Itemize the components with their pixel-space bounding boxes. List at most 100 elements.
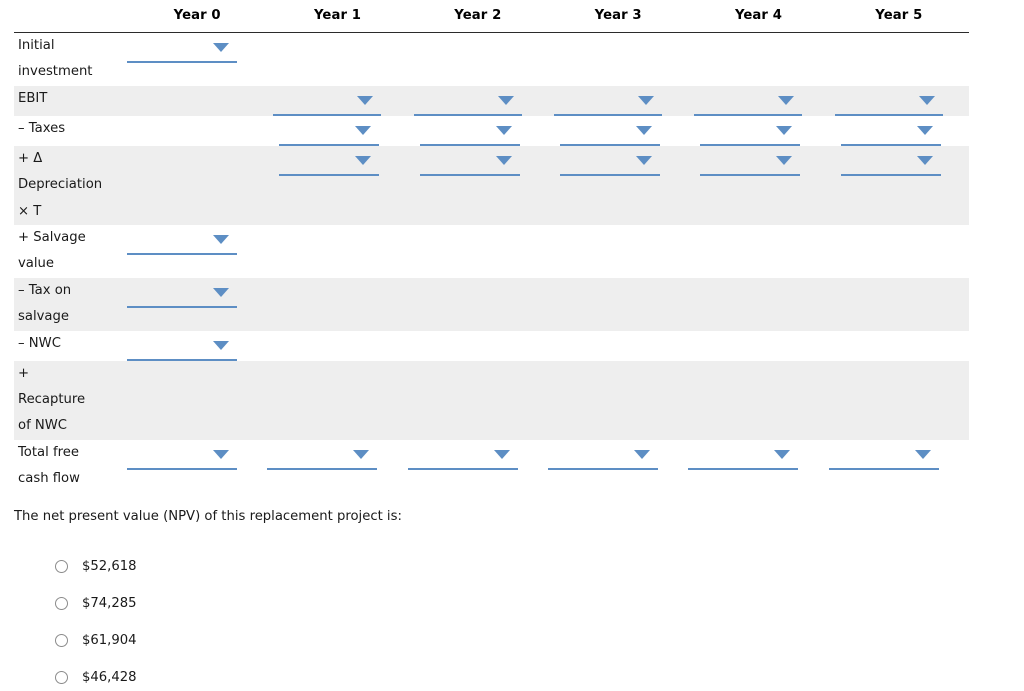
- table-cell-year-5: [828, 145, 969, 226]
- chevron-down-icon: [493, 449, 510, 459]
- table-cell-year-3: [548, 360, 689, 440]
- table-cell-year-1: [267, 32, 408, 86]
- table-cell-year-3: [548, 85, 689, 116]
- column-header-year-1: Year 1: [267, 8, 408, 33]
- chevron-down-icon: [636, 155, 652, 165]
- table-cell-year-2: [407, 115, 548, 146]
- dropdown-row-1-year-2[interactable]: [413, 90, 522, 116]
- row-label-header: [14, 8, 128, 33]
- dropdown-row-4-year-0[interactable]: [127, 229, 238, 256]
- dropdown-row-1-year-1[interactable]: [273, 90, 382, 116]
- dropdown-row-1-year-4[interactable]: [694, 90, 803, 116]
- radio-button-icon[interactable]: [55, 634, 68, 647]
- table-cell-year-5: [828, 330, 969, 361]
- table-row: + Salvage value: [14, 225, 969, 278]
- table-cell-year-2: [407, 145, 548, 226]
- table-cell-year-0: [127, 32, 268, 86]
- answer-option-1[interactable]: $74,285: [55, 585, 555, 622]
- chevron-down-icon: [778, 95, 795, 105]
- row-label-cell: – Taxes: [14, 115, 128, 146]
- row-label-cell: Total free cash flow: [14, 439, 128, 493]
- row-label-cell: + Salvage value: [14, 225, 128, 278]
- header-row: Year 0 Year 1 Year 2 Year 3 Year 4 Year …: [14, 8, 969, 33]
- row-label-cell: – NWC: [14, 330, 128, 361]
- table-cell-year-4: [688, 439, 829, 493]
- dropdown-row-3-year-1[interactable]: [279, 150, 380, 176]
- row-label-cell: + Recapture of NWC: [14, 360, 128, 440]
- table-cell-year-2: [407, 330, 548, 361]
- dropdown-row-0-year-0[interactable]: [127, 37, 238, 63]
- answer-option-label: $52,618: [82, 558, 137, 574]
- table-cell-year-2: [407, 439, 548, 493]
- table-cell-year-4: [688, 225, 829, 278]
- table-cell-year-0: [127, 145, 268, 226]
- row-label-cell: EBIT: [14, 85, 128, 116]
- dropdown-row-1-year-5[interactable]: [834, 90, 943, 116]
- cash-flow-table: Year 0 Year 1 Year 2 Year 3 Year 4 Year …: [14, 8, 969, 493]
- chevron-down-icon: [774, 449, 791, 459]
- chevron-down-icon: [914, 449, 931, 459]
- dropdown-row-2-year-2[interactable]: [419, 120, 520, 146]
- table-cell-year-2: [407, 225, 548, 278]
- table-row: + Δ Depreciation × T: [14, 145, 969, 226]
- table-row: – NWC: [14, 330, 969, 361]
- table-cell-year-1: [267, 115, 408, 146]
- answer-option-3[interactable]: $46,428: [55, 659, 555, 691]
- dropdown-row-3-year-4[interactable]: [700, 150, 801, 176]
- dropdown-row-3-year-3[interactable]: [560, 150, 660, 176]
- radio-button-icon[interactable]: [55, 671, 68, 684]
- column-header-year-0: Year 0: [127, 8, 268, 33]
- row-label: EBIT: [18, 90, 48, 106]
- radio-button-icon[interactable]: [55, 560, 68, 573]
- table-cell-year-0: [127, 115, 268, 146]
- table-cell-year-2: [407, 277, 548, 331]
- column-header-year-5: Year 5: [828, 8, 969, 33]
- table-cell-year-4: [688, 145, 829, 226]
- chevron-down-icon: [916, 155, 933, 165]
- chevron-down-icon: [495, 125, 512, 135]
- dropdown-row-8-year-5[interactable]: [828, 444, 939, 470]
- dropdown-row-3-year-2[interactable]: [419, 150, 520, 176]
- table-header: Year 0 Year 1 Year 2 Year 3 Year 4 Year …: [14, 8, 969, 33]
- table-cell-year-4: [688, 115, 829, 146]
- dropdown-row-8-year-4[interactable]: [688, 444, 799, 470]
- dropdown-row-8-year-1[interactable]: [267, 444, 378, 470]
- dropdown-row-2-year-1[interactable]: [279, 120, 380, 146]
- table-cell-year-3: [548, 32, 689, 86]
- table-row: EBIT: [14, 85, 969, 116]
- table-cell-year-3: [548, 330, 689, 361]
- dropdown-row-3-year-5[interactable]: [840, 150, 941, 176]
- answer-option-label: $74,285: [82, 595, 137, 611]
- table-cell-year-3: [548, 225, 689, 278]
- row-label: + Δ Depreciation × T: [18, 150, 103, 219]
- dropdown-row-2-year-4[interactable]: [700, 120, 801, 146]
- dropdown-row-8-year-0[interactable]: [127, 444, 238, 470]
- dropdown-row-1-year-3[interactable]: [554, 90, 662, 116]
- table-cell-year-2: [407, 32, 548, 86]
- dropdown-row-5-year-0[interactable]: [127, 282, 238, 308]
- dropdown-row-8-year-3[interactable]: [548, 444, 658, 470]
- table-cell-year-1: [267, 277, 408, 331]
- table-cell-year-2: [407, 85, 548, 116]
- answer-option-2[interactable]: $61,904: [55, 622, 555, 659]
- table-cell-year-4: [688, 277, 829, 331]
- column-header-year-4: Year 4: [688, 8, 829, 33]
- dropdown-row-2-year-5[interactable]: [840, 120, 941, 146]
- dropdown-row-2-year-3[interactable]: [560, 120, 660, 146]
- radio-button-icon[interactable]: [55, 597, 68, 610]
- row-label: + Salvage value: [18, 230, 86, 272]
- table-cell-year-1: [267, 439, 408, 493]
- row-label: – NWC: [18, 335, 61, 351]
- table-cell-year-5: [828, 225, 969, 278]
- dropdown-row-6-year-0[interactable]: [127, 335, 238, 361]
- row-label: + Recapture of NWC: [18, 365, 86, 434]
- table-cell-year-4: [688, 360, 829, 440]
- chevron-down-icon: [355, 125, 372, 135]
- chevron-down-icon: [213, 235, 230, 245]
- row-label-cell: Initial investment: [14, 32, 128, 86]
- answer-option-0[interactable]: $52,618: [55, 548, 555, 585]
- table-cell-year-3: [548, 115, 689, 146]
- dropdown-row-8-year-2[interactable]: [407, 444, 518, 470]
- table-cell-year-0: [127, 225, 268, 278]
- chevron-down-icon: [776, 125, 793, 135]
